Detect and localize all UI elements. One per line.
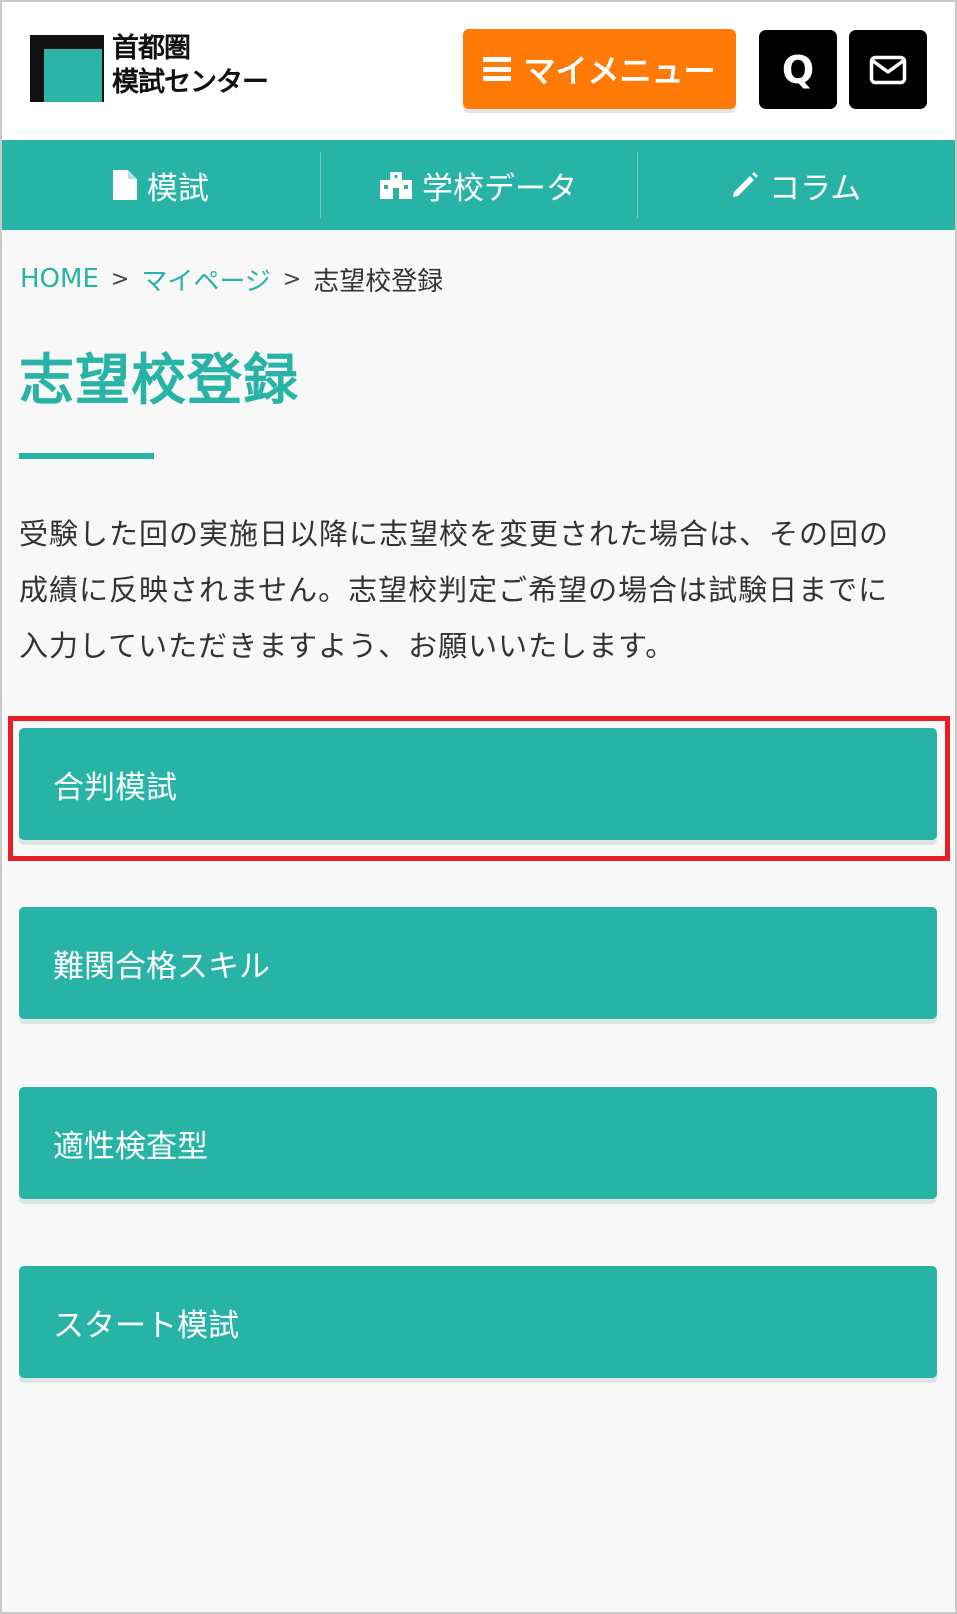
logo-line-1: 首都圏 — [112, 33, 191, 64]
breadcrumb-mypage-link[interactable]: マイページ — [141, 261, 270, 298]
breadcrumb-separator: > — [110, 266, 130, 292]
breadcrumb-separator: > — [282, 266, 302, 292]
main-nav: 模試 学校データ コラム — [2, 140, 955, 230]
breadcrumb-current: 志望校登録 — [313, 266, 444, 297]
notice-line: 入力していただきますよう、お願いいたします。 — [19, 629, 676, 663]
highlight-box — [8, 716, 950, 861]
notice-text: 受験した回の実施日以降に志望校を変更された場合は、その回の 成績に反映されません… — [19, 506, 939, 674]
hamburger-icon — [483, 57, 512, 81]
exam-button-start[interactable]: スタート模試 — [19, 1266, 937, 1378]
nav-item-label: 学校データ — [422, 170, 577, 207]
notice-line: 受験した回の実施日以降に志望校を変更された場合は、その回の — [19, 517, 890, 551]
nav-item-label: 模試 — [146, 170, 209, 207]
site-logo[interactable]: 首都圏 模試センター — [30, 32, 269, 104]
exam-button-tekisei[interactable]: 適性検査型 — [19, 1087, 937, 1199]
exam-button-nankan[interactable]: 難関合格スキル — [19, 907, 937, 1019]
envelope-icon — [869, 55, 907, 84]
page-title: 志望校登録 — [19, 348, 300, 412]
site-header: 首都圏 模試センター マイメニュー Q — [2, 2, 955, 140]
faq-label: Q — [781, 47, 815, 92]
logo-text: 首都圏 模試センター — [112, 32, 269, 100]
exam-button-label: スタート模試 — [53, 1307, 239, 1344]
nav-item-school-data[interactable]: 学校データ — [319, 140, 638, 230]
my-menu-label: マイメニュー — [523, 52, 716, 90]
breadcrumb: HOME > マイページ > 志望校登録 — [20, 260, 443, 298]
title-underline — [19, 453, 154, 459]
notice-line: 成績に反映されません。志望校判定ご希望の場合は試験日までに — [19, 573, 889, 607]
logo-line-2: 模試センター — [112, 67, 269, 98]
nav-item-column[interactable]: コラム — [637, 140, 955, 230]
exam-button-label: 難関合格スキル — [53, 948, 270, 985]
faq-button[interactable]: Q — [759, 30, 837, 109]
school-icon — [380, 172, 412, 199]
breadcrumb-home-link[interactable]: HOME — [20, 264, 99, 294]
nav-item-exams[interactable]: 模試 — [2, 140, 320, 230]
logo-mark — [30, 35, 104, 102]
contact-button[interactable] — [849, 30, 927, 109]
nav-item-label: コラム — [769, 170, 862, 207]
pencil-icon — [733, 172, 759, 197]
my-menu-button[interactable]: マイメニュー — [463, 29, 736, 109]
document-icon — [112, 170, 137, 200]
exam-button-label: 適性検査型 — [53, 1128, 208, 1165]
